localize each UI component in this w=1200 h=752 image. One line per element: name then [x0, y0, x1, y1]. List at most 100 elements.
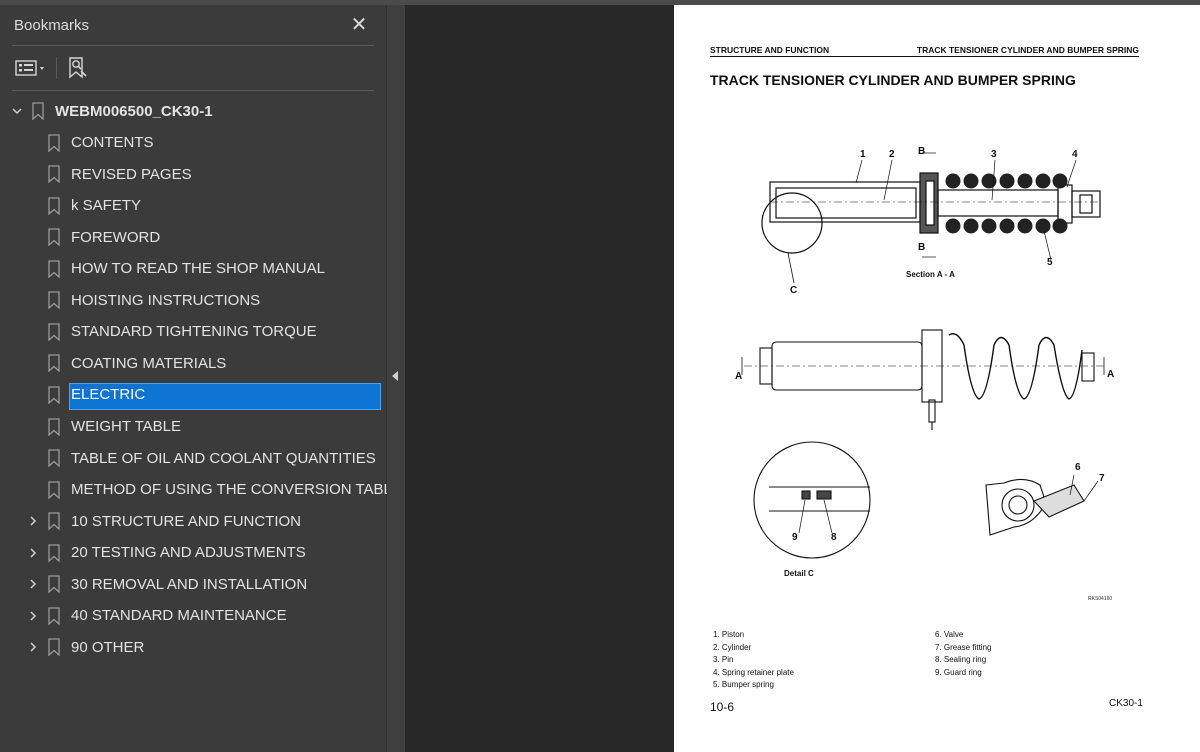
bookmark-icon [48, 480, 60, 499]
technical-drawing: 1 2 3 4 5 B B C Section A - A A A 9 8 De… [735, 146, 1114, 602]
callout-9: 9 [792, 532, 798, 543]
find-bookmark-button[interactable] [66, 55, 90, 81]
toolbar-separator [56, 57, 57, 79]
chevron-right-icon[interactable] [26, 640, 40, 654]
bookmark-item-label: 40 STANDARD MAINTENANCE [71, 607, 287, 625]
bookmark-item-label: 20 TESTING AND ADJUSTMENTS [71, 544, 306, 562]
bookmark-item[interactable]: FOREWORD [0, 223, 387, 251]
callout-4: 4 [1072, 149, 1078, 160]
section-label: Section A - A [906, 270, 955, 279]
figure-code: RKS04160 [1088, 596, 1112, 602]
part-item: 7. Grease fitting [935, 642, 992, 652]
part-item: 8. Sealing ring [935, 655, 987, 664]
bookmark-item-label: METHOD OF USING THE CONVERSION TABLE [71, 481, 402, 499]
bookmark-icon [48, 417, 60, 436]
bookmark-item[interactable]: 40 STANDARD MAINTENANCE [0, 602, 387, 630]
close-icon[interactable]: ✕ [348, 14, 370, 36]
bookmark-item-label: REVISED PAGES [71, 165, 192, 183]
bookmark-icon [48, 196, 60, 215]
divider [12, 45, 374, 46]
chevron-right-icon[interactable] [26, 546, 40, 560]
divider [12, 90, 374, 91]
bookmark-item-label: WEIGHT TABLE [71, 418, 182, 435]
bookmark-icon [48, 354, 60, 373]
bookmark-icon [48, 228, 60, 247]
bookmark-item[interactable]: TABLE OF OIL AND COOLANT QUANTITIES [0, 444, 387, 472]
bookmark-item-label: ELECTRIC [71, 386, 146, 404]
document-page: STRUCTURE AND FUNCTION TRACK TENSIONER C… [674, 5, 1200, 752]
parts-list-right: 6. Valve 7. Grease fitting 8. Sealing ri… [935, 629, 991, 679]
bookmark-item-label: TABLE OF OIL AND COOLANT QUANTITIES [71, 449, 376, 467]
part-item: 9. Guard ring [935, 667, 982, 677]
bookmark-item[interactable]: METHOD OF USING THE CONVERSION TABLE [0, 476, 402, 504]
bookmark-icon [48, 260, 60, 278]
bookmark-item[interactable]: CONTENTS [0, 129, 387, 157]
bookmark-item[interactable]: COATING MATERIALS [0, 349, 387, 377]
detail-label: Detail C [784, 569, 814, 578]
page-number: 10-6 [710, 700, 735, 714]
part-item: 6. Valve [935, 630, 964, 639]
callout-7: 7 [1099, 473, 1105, 484]
callout-3: 3 [991, 149, 997, 160]
chevron-down-icon[interactable] [10, 104, 24, 118]
spring-coils-bottom [945, 218, 1068, 234]
bookmark-root-label: WEBM006500_CK30-1 [55, 102, 213, 120]
bookmark-icon [48, 575, 60, 594]
bookmark-icon [32, 102, 44, 120]
bookmark-icon [48, 133, 60, 152]
chevron-right-icon[interactable] [26, 514, 40, 528]
bookmark-item-label: k SAFETY [71, 197, 142, 215]
options-menu-button[interactable] [14, 55, 48, 81]
panel-title: Bookmarks [14, 17, 90, 34]
bookmark-icon [48, 607, 60, 625]
callout-c: C [790, 285, 797, 296]
bookmark-item[interactable]: HOW TO READ THE SHOP MANUAL [0, 255, 387, 283]
callout-1: 1 [860, 149, 866, 160]
bookmark-icon [48, 449, 60, 468]
callout-a-left: A [735, 371, 742, 382]
bookmark-item[interactable]: REVISED PAGES [0, 160, 387, 188]
valve-detail [985, 474, 1099, 536]
bookmark-item-label: 30 REMOVAL AND INSTALLATION [71, 575, 308, 593]
part-item: 3. Pin [713, 655, 734, 664]
callout-b-bottom: B [918, 242, 925, 253]
bookmark-item-label: STANDARD TIGHTENING TORQUE [71, 323, 317, 341]
callout-8: 8 [831, 532, 837, 543]
bookmark-icon [48, 544, 60, 562]
chevron-right-icon[interactable] [26, 609, 40, 623]
bookmark-item[interactable]: HOISTING INSTRUCTIONS [0, 286, 387, 314]
part-item: 1. Piston [713, 630, 745, 639]
part-item: 2. Cylinder [713, 642, 752, 652]
bookmark-item[interactable]: WEIGHT TABLE [0, 413, 387, 441]
bookmark-item[interactable]: 20 TESTING AND ADJUSTMENTS [0, 539, 387, 567]
detail-c [753, 441, 871, 559]
bookmark-item-label: FOREWORD [71, 228, 161, 246]
bookmark-search-icon [69, 57, 87, 79]
part-item: 4. Spring retainer plate [713, 667, 794, 677]
callout-2: 2 [889, 149, 895, 160]
chevron-right-icon[interactable] [26, 577, 40, 591]
leader-lines [855, 152, 1077, 261]
side-view [744, 329, 1104, 430]
bookmark-item-label: COATING MATERIALS [71, 354, 227, 372]
callout-a-right: A [1107, 369, 1114, 380]
parts-list-left: 1. Piston 2. Cylinder 3. Pin 4. Spring r… [713, 629, 794, 692]
collapse-panel-icon[interactable] [392, 371, 398, 381]
callout-b-top: B [918, 146, 925, 157]
bookmark-item-label: 90 OTHER [71, 638, 145, 656]
bookmark-item-label: HOISTING INSTRUCTIONS [71, 291, 261, 309]
bookmark-item[interactable]: 90 OTHER [0, 633, 387, 661]
bookmark-item[interactable]: 10 STRUCTURE AND FUNCTION [0, 507, 387, 535]
bookmark-icon [48, 323, 60, 341]
bookmark-item[interactable]: 30 REMOVAL AND INSTALLATION [0, 570, 387, 598]
bookmark-icon [48, 291, 60, 310]
part-item: 5. Bumper spring [713, 680, 774, 689]
bookmark-item[interactable]: STANDARD TIGHTENING TORQUE [0, 318, 387, 346]
bookmark-root[interactable]: WEBM006500_CK30-1 [0, 97, 387, 125]
list-options-icon [15, 60, 44, 76]
bookmark-icon [48, 165, 60, 184]
bookmark-item[interactable]: ELECTRIC [0, 381, 387, 409]
bookmark-icon [48, 386, 60, 404]
bookmark-item-label: HOW TO READ THE SHOP MANUAL [71, 260, 325, 278]
bookmark-item[interactable]: k SAFETY [0, 192, 387, 220]
